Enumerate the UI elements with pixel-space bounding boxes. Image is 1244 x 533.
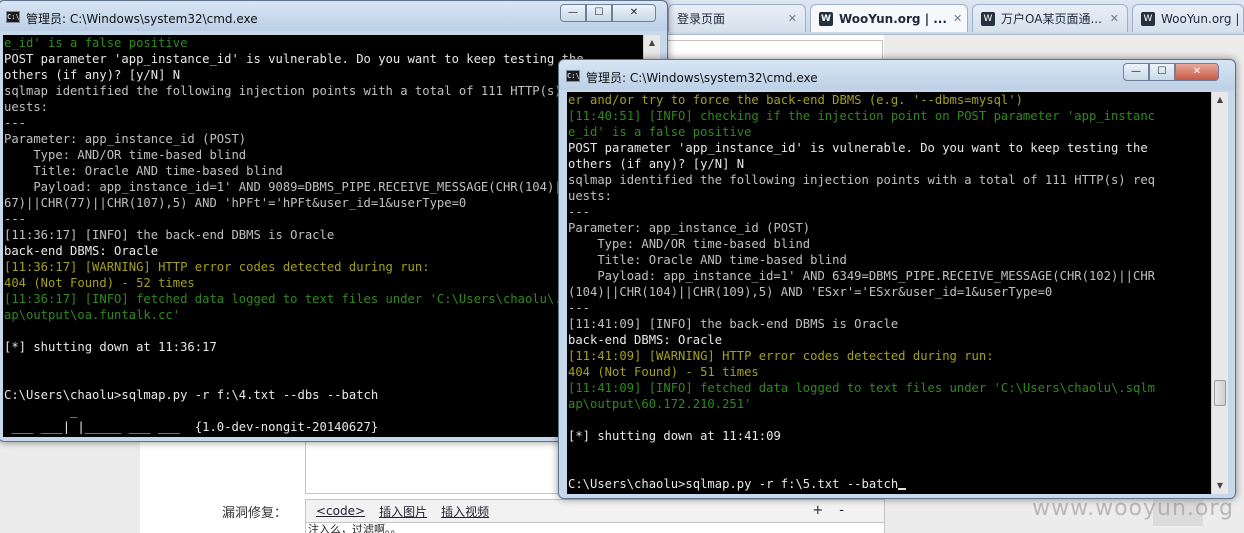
window-controls: — ☐ ✕ bbox=[1123, 63, 1219, 81]
console-line: e_id' is a false positive bbox=[568, 125, 752, 139]
window-title: 管理员: C:\Windows\system32\cmd.exe bbox=[586, 71, 818, 85]
console-line: [11:40:51] [INFO] checking if the inject… bbox=[568, 109, 1155, 123]
console-line: sqlmap identified the following injectio… bbox=[4, 84, 591, 98]
console-line: ___ ___| |_____ ___ ___ {1.0-dev-nongit-… bbox=[4, 420, 379, 434]
console-line: ap\output\oa.funtalk.cc' bbox=[4, 308, 181, 322]
console-line: Title: Oracle AND time-based blind bbox=[4, 164, 283, 178]
console-line: [*] shutting down at 11:41:09 bbox=[568, 429, 781, 443]
close-button[interactable]: ✕ bbox=[1175, 63, 1219, 81]
tab-wooyun-2[interactable]: W WooYun.org | bbox=[1132, 4, 1244, 32]
scroll-down-icon[interactable]: ▼ bbox=[1212, 478, 1228, 494]
console-line: e_id' is a false positive bbox=[4, 36, 188, 50]
console-line: POST parameter 'app_instance_id' is vuln… bbox=[4, 52, 584, 66]
console-line: er and/or try to force the back-end DBMS… bbox=[568, 93, 1023, 107]
shrink-button[interactable]: - bbox=[839, 503, 860, 518]
console-line: back-end DBMS: Oracle bbox=[568, 333, 723, 347]
scroll-thumb[interactable] bbox=[1214, 380, 1226, 406]
console-line: C:\Users\chaolu>sqlmap.py -r f:\4.txt --… bbox=[4, 388, 379, 402]
console-line: 404 (Not Found) - 52 times bbox=[4, 276, 195, 290]
scroll-up-icon[interactable]: ▲ bbox=[1212, 92, 1228, 108]
console-line: 67)||CHR(77)||CHR(107),5) AND 'hPFt'='hP… bbox=[4, 196, 467, 210]
wooyun-favicon-icon: W bbox=[819, 11, 833, 26]
maximize-button[interactable]: ☐ bbox=[586, 4, 612, 22]
console-line: Payload: app_instance_id=1' AND 6349=DBM… bbox=[568, 269, 1155, 283]
insert-image-button[interactable]: 插入图片 bbox=[379, 503, 427, 520]
console-line: uests: bbox=[568, 189, 613, 203]
console-output[interactable]: e_id' is a false positive POST parameter … bbox=[3, 35, 643, 437]
maximize-button[interactable]: ☐ bbox=[1149, 63, 1175, 81]
console-line: ap\output\60.172.210.251' bbox=[568, 397, 752, 411]
console-line: Title: Oracle AND time-based blind bbox=[568, 253, 847, 267]
tab-wanhu-oa[interactable]: W 万户OA某页面通... ✕ bbox=[972, 4, 1128, 32]
scroll-up-icon[interactable]: ▲ bbox=[644, 35, 660, 51]
insert-video-button[interactable]: 插入视频 bbox=[441, 503, 489, 520]
console-line: Parameter: app_instance_id (POST) bbox=[568, 221, 811, 235]
tab-title: WooYun.org | ... bbox=[839, 11, 947, 26]
close-button[interactable]: ✕ bbox=[612, 4, 656, 22]
tab-wooyun-1[interactable]: W WooYun.org | ... ✕ bbox=[810, 4, 968, 32]
console-line: [*] shutting down at 11:36:17 bbox=[4, 340, 217, 354]
console-line: Payload: app_instance_id=1' AND 9089=DBM… bbox=[4, 180, 599, 194]
wooyun-favicon-icon: W bbox=[1141, 11, 1155, 26]
console-line: sqlmap identified the following injectio… bbox=[568, 173, 1155, 187]
fix-label: 漏洞修复： bbox=[222, 506, 288, 521]
insert-code-button[interactable]: <code> bbox=[316, 504, 365, 518]
window-controls: — ☐ ✕ bbox=[560, 4, 656, 22]
tab-login-page[interactable]: 登录页面 ✕ bbox=[668, 4, 806, 32]
console-line: Parameter: app_instance_id (POST) bbox=[4, 132, 247, 146]
console-line: [11:36:17] [INFO] fetched data logged to… bbox=[4, 292, 591, 306]
window-titlebar[interactable]: C:\ 管理员: C:\Windows\system32\cmd.exe — ☐… bbox=[559, 60, 1235, 90]
console-line: [11:41:09] [INFO] the back-end DBMS is O… bbox=[568, 317, 899, 331]
console-line: Type: AND/OR time-based blind bbox=[568, 237, 811, 251]
console-line: [11:41:09] [WARNING] HTTP error codes de… bbox=[568, 349, 994, 363]
tab-close-icon[interactable]: ✕ bbox=[953, 12, 962, 25]
window-title: 管理员: C:\Windows\system32\cmd.exe bbox=[26, 12, 258, 26]
editor-text[interactable]: 注入么，过滤啊。。 bbox=[305, 523, 885, 533]
resize-controls: +- bbox=[812, 503, 860, 518]
console-line: --- bbox=[4, 212, 27, 226]
tab-close-icon[interactable]: ✕ bbox=[788, 12, 797, 25]
tab-close-icon[interactable]: ✕ bbox=[1110, 12, 1119, 25]
console-line: 404 (Not Found) - 51 times bbox=[568, 365, 759, 379]
console-line: --- bbox=[568, 301, 591, 315]
console-line: [11:41:09] [INFO] fetched data logged to… bbox=[568, 381, 1155, 395]
console-line: others (if any)? [y/N] N bbox=[568, 157, 745, 171]
wooyun-favicon-icon: W bbox=[981, 11, 995, 26]
console-line: back-end DBMS: Oracle bbox=[4, 244, 159, 258]
console-line: (104)||CHR(104)||CHR(109),5) AND 'ESxr'=… bbox=[568, 285, 1053, 299]
tab-title: 万户OA某页面通... bbox=[1001, 12, 1102, 26]
console-line: [11:36:17] [WARNING] HTTP error codes de… bbox=[4, 260, 430, 274]
console-line: POST parameter 'app_instance_id' is vuln… bbox=[568, 141, 1148, 155]
cmd-window-2[interactable]: C:\ 管理员: C:\Windows\system32\cmd.exe — ☐… bbox=[558, 59, 1236, 499]
console-line: --- bbox=[4, 116, 27, 130]
tab-title: 登录页面 bbox=[677, 12, 726, 26]
console-line: --- bbox=[568, 205, 591, 219]
minimize-button[interactable]: — bbox=[560, 4, 586, 22]
tab-title: WooYun.org | bbox=[1161, 11, 1240, 26]
console-line: C:\Users\chaolu>sqlmap.py -r f:\5.txt --… bbox=[568, 476, 1211, 492]
expand-button[interactable]: + bbox=[812, 503, 839, 518]
console-line: uests: bbox=[4, 100, 49, 114]
console-line: others (if any)? [y/N] N bbox=[4, 68, 181, 82]
scrollbar[interactable]: ▲ ▼ bbox=[1211, 92, 1228, 494]
console-line: [11:36:17] [INFO] the back-end DBMS is O… bbox=[4, 228, 335, 242]
text-cursor bbox=[898, 488, 907, 490]
editor-toolbar: <code> 插入图片 插入视频 +- bbox=[305, 499, 885, 523]
cmd-icon: C:\ bbox=[566, 70, 580, 82]
console-output[interactable]: er and/or try to force the back-end DBMS… bbox=[567, 92, 1211, 494]
console-line: _ bbox=[4, 404, 78, 418]
watermark: www.wooyun.org bbox=[1032, 496, 1234, 521]
console-line: Type: AND/OR time-based blind bbox=[4, 148, 247, 162]
window-titlebar[interactable]: C:\ 管理员: C:\Windows\system32\cmd.exe — ☐… bbox=[0, 1, 667, 31]
minimize-button[interactable]: — bbox=[1123, 63, 1149, 81]
cmd-icon: C:\ bbox=[6, 11, 20, 23]
